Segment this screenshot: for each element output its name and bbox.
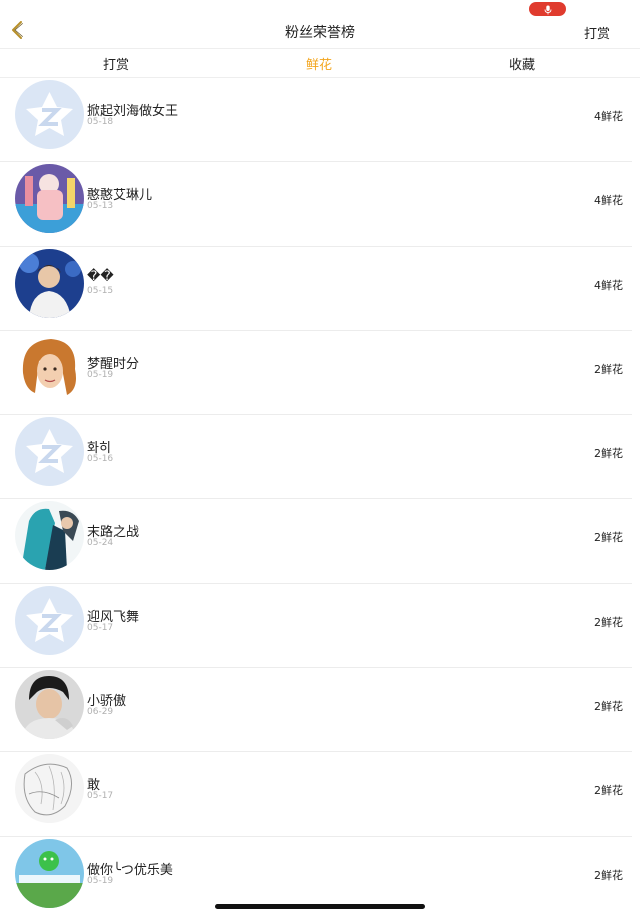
avatar	[15, 80, 84, 149]
page-title: 粉丝荣誉榜	[285, 25, 355, 41]
avatar	[15, 754, 84, 824]
reward-button[interactable]: 打赏	[584, 23, 610, 42]
list-item[interactable]: 화히 05-16 2鲜花	[0, 415, 640, 500]
list-item[interactable]: 小骄傲 06-29 2鲜花	[0, 668, 640, 753]
fan-date: 05-15	[87, 285, 114, 296]
flower-count: 4鲜花	[594, 278, 623, 292]
flower-count: 2鲜花	[594, 615, 623, 629]
fan-date: 05-17	[87, 622, 114, 633]
fan-list: 掀起刘海做女王 05-18 4鲜花 憨憨艾琳儿 05-13 4鲜花 �� 05-…	[0, 78, 640, 916]
fan-date: 05-18	[87, 117, 114, 127]
fan-date: 05-19	[87, 369, 114, 380]
list-item[interactable]: 迎风飞舞 05-17 2鲜花	[0, 584, 640, 669]
fan-date: 05-19	[87, 875, 114, 886]
list-item[interactable]: �� 05-15 4鲜花	[0, 247, 640, 332]
list-item[interactable]: 末路之战 05-24 2鲜花	[0, 499, 640, 585]
tab-bar: 打赏 鲜花 收藏	[0, 48, 640, 78]
fan-date: 06-29	[87, 707, 114, 718]
flower-count: 2鲜花	[594, 700, 623, 714]
fan-date: 05-17	[87, 791, 114, 802]
flower-count: 2鲜花	[594, 447, 623, 461]
fan-date: 05-24	[87, 538, 114, 549]
tab-favorites[interactable]: 收藏	[462, 49, 582, 77]
fan-name: ��	[87, 268, 114, 284]
flower-count: 2鲜花	[594, 362, 623, 376]
avatar	[15, 670, 84, 740]
list-item[interactable]: 掀起刘海做女王 05-18 4鲜花	[0, 78, 640, 163]
nav-bar: 粉丝荣誉榜 打赏	[0, 14, 640, 48]
list-item[interactable]: 憨憨艾琳儿 05-13 4鲜花	[0, 162, 640, 247]
fan-date: 05-13	[87, 201, 114, 212]
tab-reward[interactable]: 打赏	[56, 49, 176, 77]
list-item[interactable]: 梦醒时分 05-19 2鲜花	[0, 331, 640, 416]
list-item[interactable]: 敢 05-17 2鲜花	[0, 752, 640, 837]
flower-count: 4鲜花	[594, 110, 623, 123]
flower-count: 2鲜花	[594, 868, 623, 882]
avatar	[15, 164, 84, 234]
avatar	[15, 585, 84, 655]
fan-date: 05-16	[87, 454, 114, 465]
avatar	[15, 417, 84, 487]
avatar	[15, 248, 84, 318]
avatar	[15, 332, 84, 402]
tab-flowers[interactable]: 鲜花	[259, 49, 379, 77]
flower-count: 4鲜花	[594, 194, 623, 208]
flower-count: 2鲜花	[594, 784, 623, 798]
home-indicator[interactable]	[215, 904, 425, 909]
avatar	[15, 838, 84, 908]
avatar	[15, 501, 84, 571]
flower-count: 2鲜花	[594, 531, 623, 545]
